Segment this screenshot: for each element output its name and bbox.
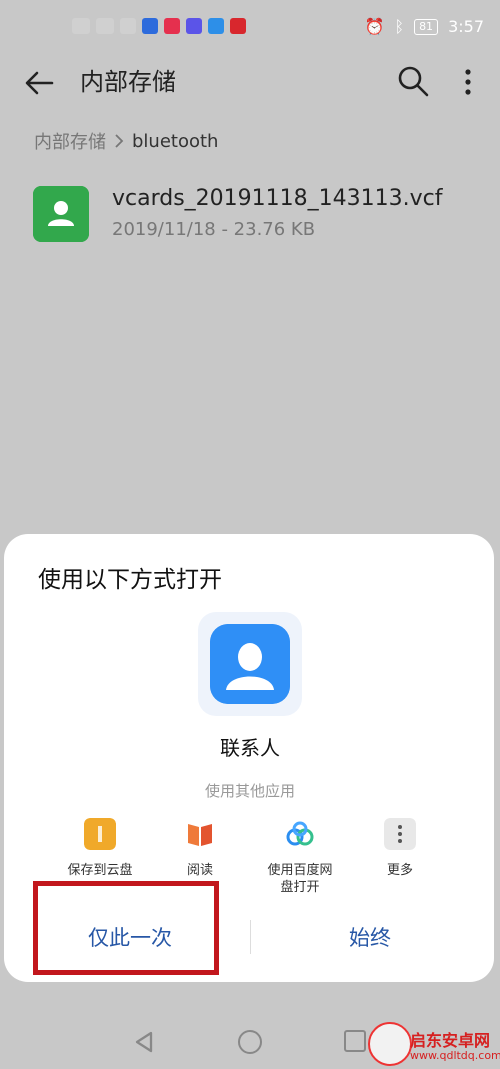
other-apps-label: 使用其他应用 bbox=[204, 782, 295, 800]
contacts-app-icon[interactable] bbox=[210, 624, 290, 704]
sheet-title: 使用以下方式打开 bbox=[38, 567, 222, 593]
file-meta: 2019/11/18 - 23.76 KB bbox=[112, 219, 316, 240]
option-label: 更多 bbox=[386, 863, 413, 878]
baidu-netdisk-icon bbox=[286, 821, 314, 846]
watermark-name: 启东安卓网 bbox=[410, 1031, 491, 1050]
more-icon bbox=[384, 818, 416, 850]
status-icons-right: ⏰ ᛒ 81 3:57 bbox=[365, 17, 484, 36]
option-label: 保存到云盘 bbox=[67, 863, 133, 878]
contact-file-icon[interactable] bbox=[33, 186, 89, 242]
browser-app-icon bbox=[208, 18, 224, 34]
bluetooth-icon: ᛒ bbox=[394, 17, 405, 36]
button-divider bbox=[250, 920, 251, 954]
highlight-box bbox=[33, 881, 219, 975]
breadcrumb-current: bluetooth bbox=[132, 130, 219, 152]
back-arrow-icon[interactable] bbox=[22, 66, 56, 100]
wifi-icon bbox=[120, 18, 136, 34]
baidu-netdisk-option[interactable]: 使用百度网盘打开 bbox=[250, 818, 350, 896]
search-icon[interactable] bbox=[396, 64, 430, 98]
chevron-right-icon bbox=[115, 134, 124, 148]
contacts-app-label: 联系人 bbox=[220, 736, 280, 760]
hd-icon bbox=[72, 18, 90, 34]
signal-icon bbox=[96, 18, 114, 34]
page-title: 内部存储 bbox=[80, 68, 176, 96]
clock: 3:57 bbox=[448, 17, 484, 36]
media-app-icon bbox=[186, 18, 202, 34]
nav-home-icon[interactable] bbox=[238, 1030, 262, 1054]
save-to-cloud-option[interactable]: 保存到云盘 bbox=[50, 818, 150, 879]
more-vertical-icon[interactable] bbox=[458, 66, 478, 98]
nav-recent-icon[interactable] bbox=[344, 1030, 366, 1052]
always-button[interactable]: 始终 bbox=[270, 920, 470, 956]
watermark-logo bbox=[368, 1022, 412, 1066]
status-bar: ⏰ ᛒ 81 3:57 bbox=[0, 0, 500, 58]
more-option[interactable]: 更多 bbox=[350, 818, 450, 879]
file-name[interactable]: vcards_20191118_143113.vcf bbox=[112, 186, 443, 211]
read-option[interactable]: 阅读 bbox=[150, 818, 250, 879]
nav-back-icon[interactable] bbox=[132, 1030, 156, 1054]
news-app-icon bbox=[230, 18, 246, 34]
breadcrumb-root[interactable]: 内部存储 bbox=[34, 128, 106, 154]
cloud-folder-icon bbox=[84, 818, 116, 850]
status-icons-left bbox=[72, 18, 246, 34]
battery-indicator: 81 bbox=[414, 18, 439, 35]
book-icon bbox=[188, 824, 212, 846]
alarm-icon: ⏰ bbox=[364, 17, 385, 36]
option-label: 阅读 bbox=[186, 863, 213, 878]
watermark-url: www.qdltdq.com bbox=[410, 1049, 500, 1062]
option-label: 使用百度网盘打开 bbox=[267, 863, 333, 895]
app-notification-icon bbox=[142, 18, 158, 34]
breadcrumb: 内部存储 bluetooth bbox=[34, 128, 218, 154]
video-app-icon bbox=[164, 18, 180, 34]
